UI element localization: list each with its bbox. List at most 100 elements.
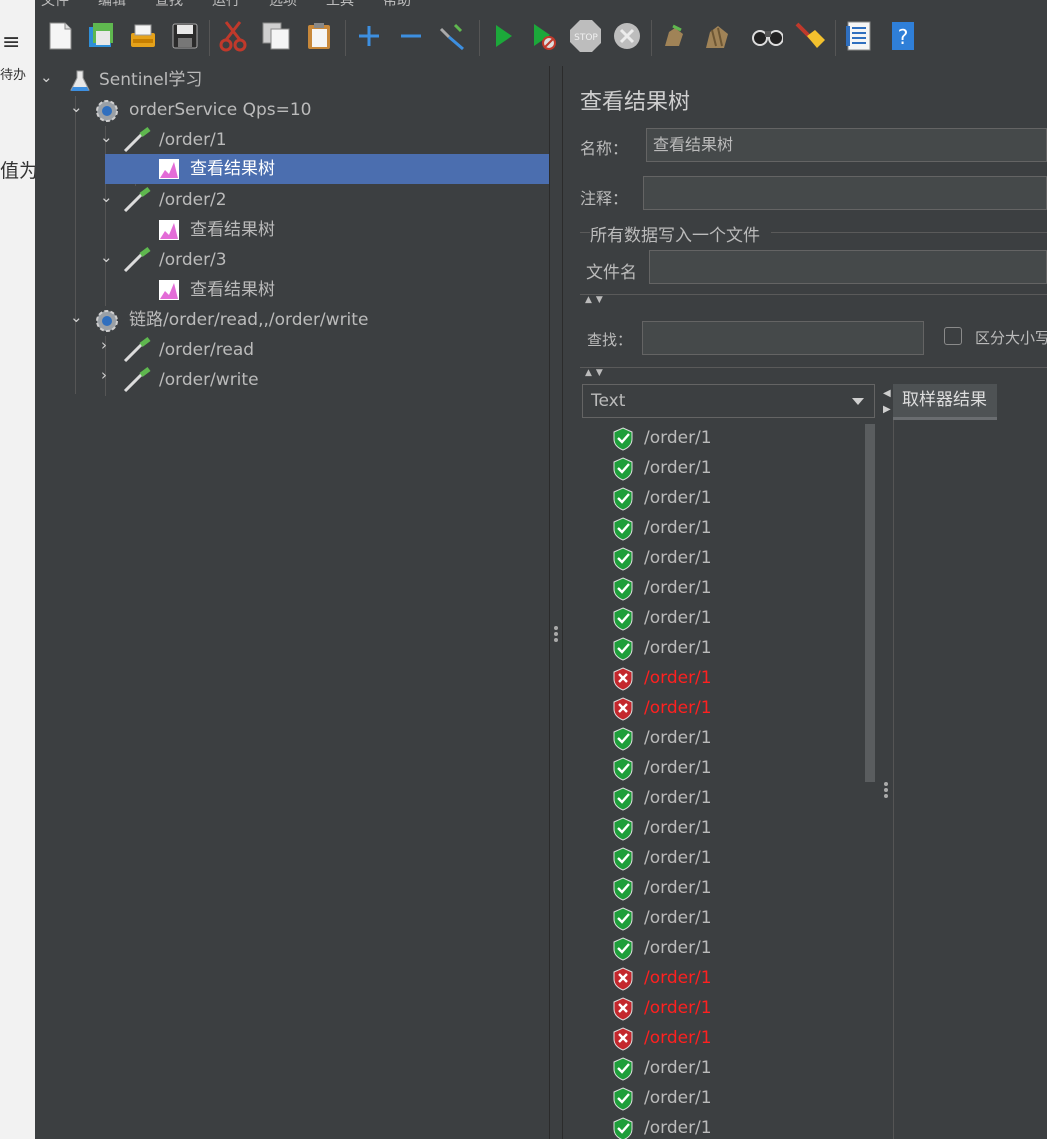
chevron-down-icon[interactable]: ⌄ xyxy=(100,128,113,146)
clear-all-icon[interactable] xyxy=(702,20,734,52)
result-item[interactable]: /order/1 xyxy=(582,933,862,963)
result-item[interactable]: /order/1 xyxy=(582,1083,862,1113)
result-item[interactable]: /order/1 xyxy=(582,903,862,933)
result-label: /order/1 xyxy=(644,638,712,658)
collapse-icon[interactable] xyxy=(395,20,427,52)
tree-item-label: /order/3 xyxy=(159,250,227,270)
pipette-icon xyxy=(123,247,153,283)
expand-icon[interactable] xyxy=(353,20,385,52)
result-item[interactable]: /order/1 xyxy=(582,843,862,873)
filename-field[interactable] xyxy=(649,250,1047,284)
case-sensitive-checkbox[interactable] xyxy=(944,327,962,345)
chevron-down-icon[interactable]: ⌄ xyxy=(100,248,113,266)
result-label: /order/1 xyxy=(644,998,712,1018)
renderer-select-value: Text xyxy=(591,391,626,411)
caret-down-icon xyxy=(852,398,864,405)
result-item[interactable]: /order/1 xyxy=(582,633,862,663)
chevron-right-icon[interactable]: › xyxy=(101,336,107,354)
reset-search-icon[interactable] xyxy=(793,20,825,52)
tree-item-root[interactable]: Sentinel学习 xyxy=(69,65,469,95)
menu-search[interactable]: 查找 xyxy=(155,0,183,8)
tree-item-sampler[interactable]: /order/1 xyxy=(123,125,423,155)
menu-help[interactable]: 帮助 xyxy=(383,0,411,8)
result-label: /order/1 xyxy=(644,878,712,898)
result-item[interactable]: /order/1 xyxy=(582,663,862,693)
copy-icon[interactable] xyxy=(260,20,292,52)
result-item[interactable]: /order/1 xyxy=(582,483,862,513)
result-item[interactable]: /order/1 xyxy=(582,603,862,633)
filename-label: 文件名 xyxy=(586,263,637,283)
paste-icon[interactable] xyxy=(303,20,335,52)
tree-item-sampler[interactable]: /order/2 xyxy=(123,185,423,215)
toggle-icon[interactable] xyxy=(437,20,469,52)
result-item[interactable]: /order/1 xyxy=(582,1113,862,1139)
tree-item-thread-group[interactable]: 链路/order/read,,/order/write xyxy=(93,305,533,335)
result-label: /order/1 xyxy=(644,518,712,538)
tree-item-listener[interactable]: 查看结果树 xyxy=(158,215,458,245)
start-icon[interactable] xyxy=(487,20,519,52)
chevron-down-icon[interactable]: ⌄ xyxy=(70,98,83,116)
menu-file[interactable]: 文件 xyxy=(41,0,69,8)
result-item[interactable]: /order/1 xyxy=(582,963,862,993)
result-item[interactable]: /order/1 xyxy=(582,543,862,573)
result-item[interactable]: /order/1 xyxy=(582,753,862,783)
new-icon[interactable] xyxy=(44,20,76,52)
result-item[interactable]: /order/1 xyxy=(582,723,862,753)
result-label: /order/1 xyxy=(644,788,712,808)
name-field[interactable]: 查看结果树 xyxy=(646,128,1047,162)
result-label: /order/1 xyxy=(644,938,712,958)
stop-icon[interactable]: STOP xyxy=(569,20,601,52)
cut-icon[interactable] xyxy=(217,20,249,52)
tree-item-label: /order/1 xyxy=(159,130,227,150)
start-no-pause-icon[interactable] xyxy=(528,20,560,52)
result-item[interactable]: /order/1 xyxy=(582,873,862,903)
tree-item-label: 查看结果树 xyxy=(190,159,275,179)
tree-item-sampler[interactable]: /order/3 xyxy=(123,245,423,275)
menu-run[interactable]: 运行 xyxy=(212,0,240,8)
split-pane-divider[interactable] xyxy=(550,66,563,1139)
menu-tools[interactable]: 工具 xyxy=(326,0,354,8)
shutdown-icon[interactable] xyxy=(611,20,643,52)
result-item[interactable]: /order/1 xyxy=(582,453,862,483)
chevron-right-icon[interactable]: › xyxy=(101,366,107,384)
chevron-down-icon[interactable]: ⌄ xyxy=(40,68,53,86)
result-label: /order/1 xyxy=(644,908,712,928)
tab-sampler-result[interactable]: 取样器结果 xyxy=(893,384,997,420)
tree-item-listener[interactable]: 查看结果树 xyxy=(158,275,458,305)
arrow-left-icon[interactable]: ◀ xyxy=(883,388,891,399)
menu-edit[interactable]: 编辑 xyxy=(98,0,126,8)
result-item[interactable]: /order/1 xyxy=(582,813,862,843)
tree-item-sampler[interactable]: /order/read xyxy=(123,335,423,365)
result-item[interactable]: /order/1 xyxy=(582,423,862,453)
result-item[interactable]: /order/1 xyxy=(582,1053,862,1083)
comment-field[interactable] xyxy=(643,176,1047,210)
chevron-down-icon[interactable]: ⌄ xyxy=(70,308,83,326)
search-icon[interactable] xyxy=(751,20,783,52)
result-item[interactable]: /order/1 xyxy=(582,783,862,813)
sampler-result-area xyxy=(893,420,1047,1139)
tree-item-sampler[interactable]: /order/write xyxy=(123,365,423,395)
save-icon[interactable] xyxy=(169,20,201,52)
tree-item-thread-group[interactable]: orderService Qps=10 xyxy=(93,95,493,125)
results-scrollbar[interactable] xyxy=(865,424,875,782)
function-helper-icon[interactable] xyxy=(843,20,875,52)
collapse-arrows-icon[interactable]: ▲▼ xyxy=(585,295,607,305)
result-item[interactable]: /order/1 xyxy=(582,993,862,1023)
templates-icon[interactable] xyxy=(85,20,117,52)
collapse-arrows-icon[interactable]: ▲▼ xyxy=(585,368,607,378)
clear-icon[interactable] xyxy=(659,20,691,52)
menu-options[interactable]: 选项 xyxy=(269,0,297,8)
success-shield-icon xyxy=(612,1117,634,1139)
help-icon[interactable]: ? xyxy=(886,20,918,52)
chevron-down-icon[interactable]: ⌄ xyxy=(100,188,113,206)
arrow-right-icon[interactable]: ▶ xyxy=(883,404,891,415)
search-input[interactable] xyxy=(642,321,924,355)
open-icon[interactable] xyxy=(127,20,159,52)
tree-item-listener-selected[interactable]: 查看结果树 xyxy=(105,154,549,184)
result-item[interactable]: /order/1 xyxy=(582,693,862,723)
result-item[interactable]: /order/1 xyxy=(582,1023,862,1053)
result-item[interactable]: /order/1 xyxy=(582,513,862,543)
result-item[interactable]: /order/1 xyxy=(582,573,862,603)
renderer-select[interactable]: Text xyxy=(582,384,875,418)
page-title: 查看结果树 xyxy=(580,90,691,115)
